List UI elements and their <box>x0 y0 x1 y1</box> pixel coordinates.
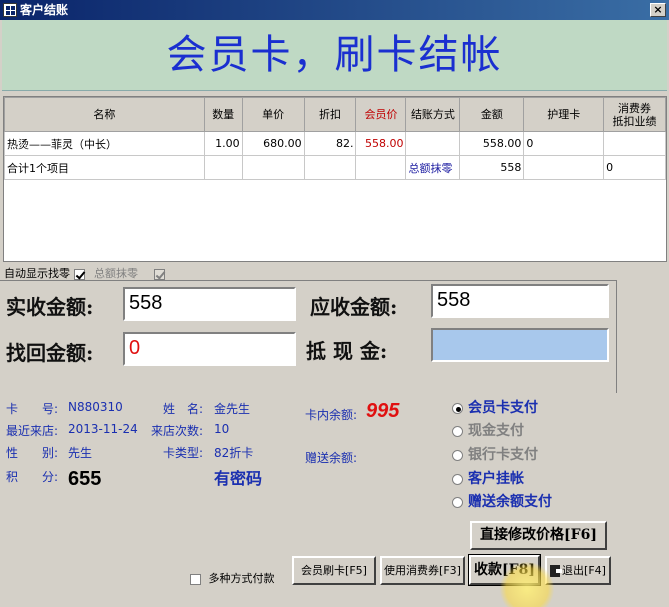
cell-care-card: 0 <box>523 131 605 156</box>
app-icon <box>3 3 17 17</box>
pay-credit-radio[interactable] <box>452 473 463 485</box>
auto-change-checkbox[interactable] <box>73 268 85 280</box>
pay-gift-balance-option[interactable]: 赠送余额支付 <box>452 491 552 511</box>
cell-discount: 82. <box>303 131 357 156</box>
name-label: 姓 名: <box>163 402 204 416</box>
card-balance-label: 卡内余额: <box>305 408 358 422</box>
cash-offset-input[interactable] <box>431 328 609 362</box>
name-value: 金先生 <box>214 402 251 416</box>
amount-panel: 实收金额: 558 应收金额: 558 找回金额: 0 抵 现 金: <box>0 280 617 393</box>
card-no-label: 卡 号: <box>6 402 59 416</box>
auto-change-label: 自动显示找零 <box>4 267 70 280</box>
cell-voucher <box>603 131 666 156</box>
modify-price-button[interactable]: 直接修改价格[F6] <box>470 521 607 550</box>
exit-button[interactable]: 退出[F4] <box>545 556 611 585</box>
member-swipe-button[interactable]: 会员刷卡[F5] <box>292 556 376 585</box>
pay-cash-radio[interactable] <box>452 425 463 437</box>
password-status: 有密码 <box>214 469 263 488</box>
pay-member-card-radio[interactable] <box>452 402 463 414</box>
round-total-label: 总额抹零 <box>94 267 138 280</box>
close-icon[interactable]: × <box>650 3 666 17</box>
points-label: 积 分: <box>6 470 59 484</box>
table-header-row: 名称 数量 单价 折扣 会员价 结账方式 金额 护理卡 消费券 抵扣业绩 <box>4 97 666 132</box>
multi-pay-option[interactable]: 多种方式付款 <box>190 570 275 586</box>
points-value: 655 <box>68 468 102 490</box>
pay-member-card-option[interactable]: 会员卡支付 <box>452 397 538 417</box>
gender-label: 性 别: <box>6 446 59 460</box>
use-voucher-button[interactable]: 使用消费券[F3] <box>380 556 465 585</box>
window-titlebar: 客户结账 × <box>0 0 669 20</box>
change-amount-input[interactable]: 0 <box>123 332 296 366</box>
col-header-name[interactable]: 名称 <box>4 97 205 132</box>
pay-bank-card-radio[interactable] <box>452 449 463 461</box>
col-header-voucher[interactable]: 消费券 抵扣业绩 <box>603 97 666 132</box>
items-table[interactable]: 名称 数量 单价 折扣 会员价 结账方式 金额 护理卡 消费券 抵扣业绩 热烫—… <box>3 96 667 262</box>
cell-member-price: 558.00 <box>355 131 407 156</box>
pay-gift-balance-radio[interactable] <box>452 496 463 508</box>
col-header-price[interactable]: 单价 <box>241 97 305 132</box>
last-visit-value: 2013-11-24 <box>68 422 138 436</box>
col-header-amount[interactable]: 金额 <box>459 97 525 132</box>
table-total-row[interactable]: 合计1个项目 总额抹零 558 0 <box>4 155 666 180</box>
banner-title: 会员卡，刷卡结帐 <box>166 32 503 78</box>
due-amount-input[interactable]: 558 <box>431 284 609 318</box>
exit-icon <box>550 565 563 577</box>
pay-credit-option[interactable]: 客户挂帐 <box>452 468 524 488</box>
pay-cash-option[interactable]: 现金支付 <box>452 420 524 440</box>
cell-name: 热烫——菲灵（中长） <box>4 131 205 156</box>
col-header-method[interactable]: 结账方式 <box>405 97 461 132</box>
gender-value: 先生 <box>68 446 93 460</box>
cell-total-name: 合计1个项目 <box>4 155 205 180</box>
multi-pay-checkbox[interactable] <box>190 573 201 585</box>
visits-label: 来店次数: <box>151 424 204 438</box>
visits-value: 10 <box>214 422 230 436</box>
col-header-member-price[interactable]: 会员价 <box>355 97 407 132</box>
table-row[interactable]: 热烫——菲灵（中长） 1.00 680.00 82. 558.00 558.00… <box>4 131 666 156</box>
cash-offset-label: 抵 现 金: <box>306 339 388 363</box>
col-header-qty[interactable]: 数量 <box>203 97 243 132</box>
card-type-value: 82折卡 <box>214 446 254 460</box>
col-header-care-card[interactable]: 护理卡 <box>523 97 605 132</box>
card-type-label: 卡类型: <box>163 446 204 460</box>
options-row: 自动显示找零 总额抹零 <box>4 265 165 281</box>
last-visit-label: 最近来店: <box>6 424 59 438</box>
multi-pay-label: 多种方式付款 <box>208 572 275 585</box>
pay-bank-card-option[interactable]: 银行卡支付 <box>452 444 538 464</box>
due-amount-label: 应收金额: <box>310 295 398 319</box>
window-title: 客户结账 <box>20 3 69 17</box>
cell-amount: 558.00 <box>459 131 525 156</box>
actual-amount-input[interactable]: 558 <box>123 287 296 321</box>
cell-price: 680.00 <box>241 131 305 156</box>
change-amount-label: 找回金额: <box>6 341 94 365</box>
cell-total-voucher: 0 <box>603 155 666 180</box>
col-header-discount[interactable]: 折扣 <box>303 97 357 132</box>
cell-total-method: 总额抹零 <box>405 155 461 180</box>
round-total-checkbox[interactable] <box>153 268 165 280</box>
collect-payment-button[interactable]: 收款[F8] <box>468 554 541 586</box>
banner: 会员卡，刷卡结帐 <box>2 20 667 91</box>
card-balance-value: 995 <box>366 400 400 422</box>
cell-qty: 1.00 <box>203 131 243 156</box>
cell-total-amount: 558 <box>459 155 525 180</box>
cell-method <box>405 131 461 156</box>
gift-balance-label: 赠送余额: <box>305 451 358 465</box>
actual-amount-label: 实收金额: <box>6 295 94 319</box>
card-no-value: N880310 <box>68 400 123 414</box>
